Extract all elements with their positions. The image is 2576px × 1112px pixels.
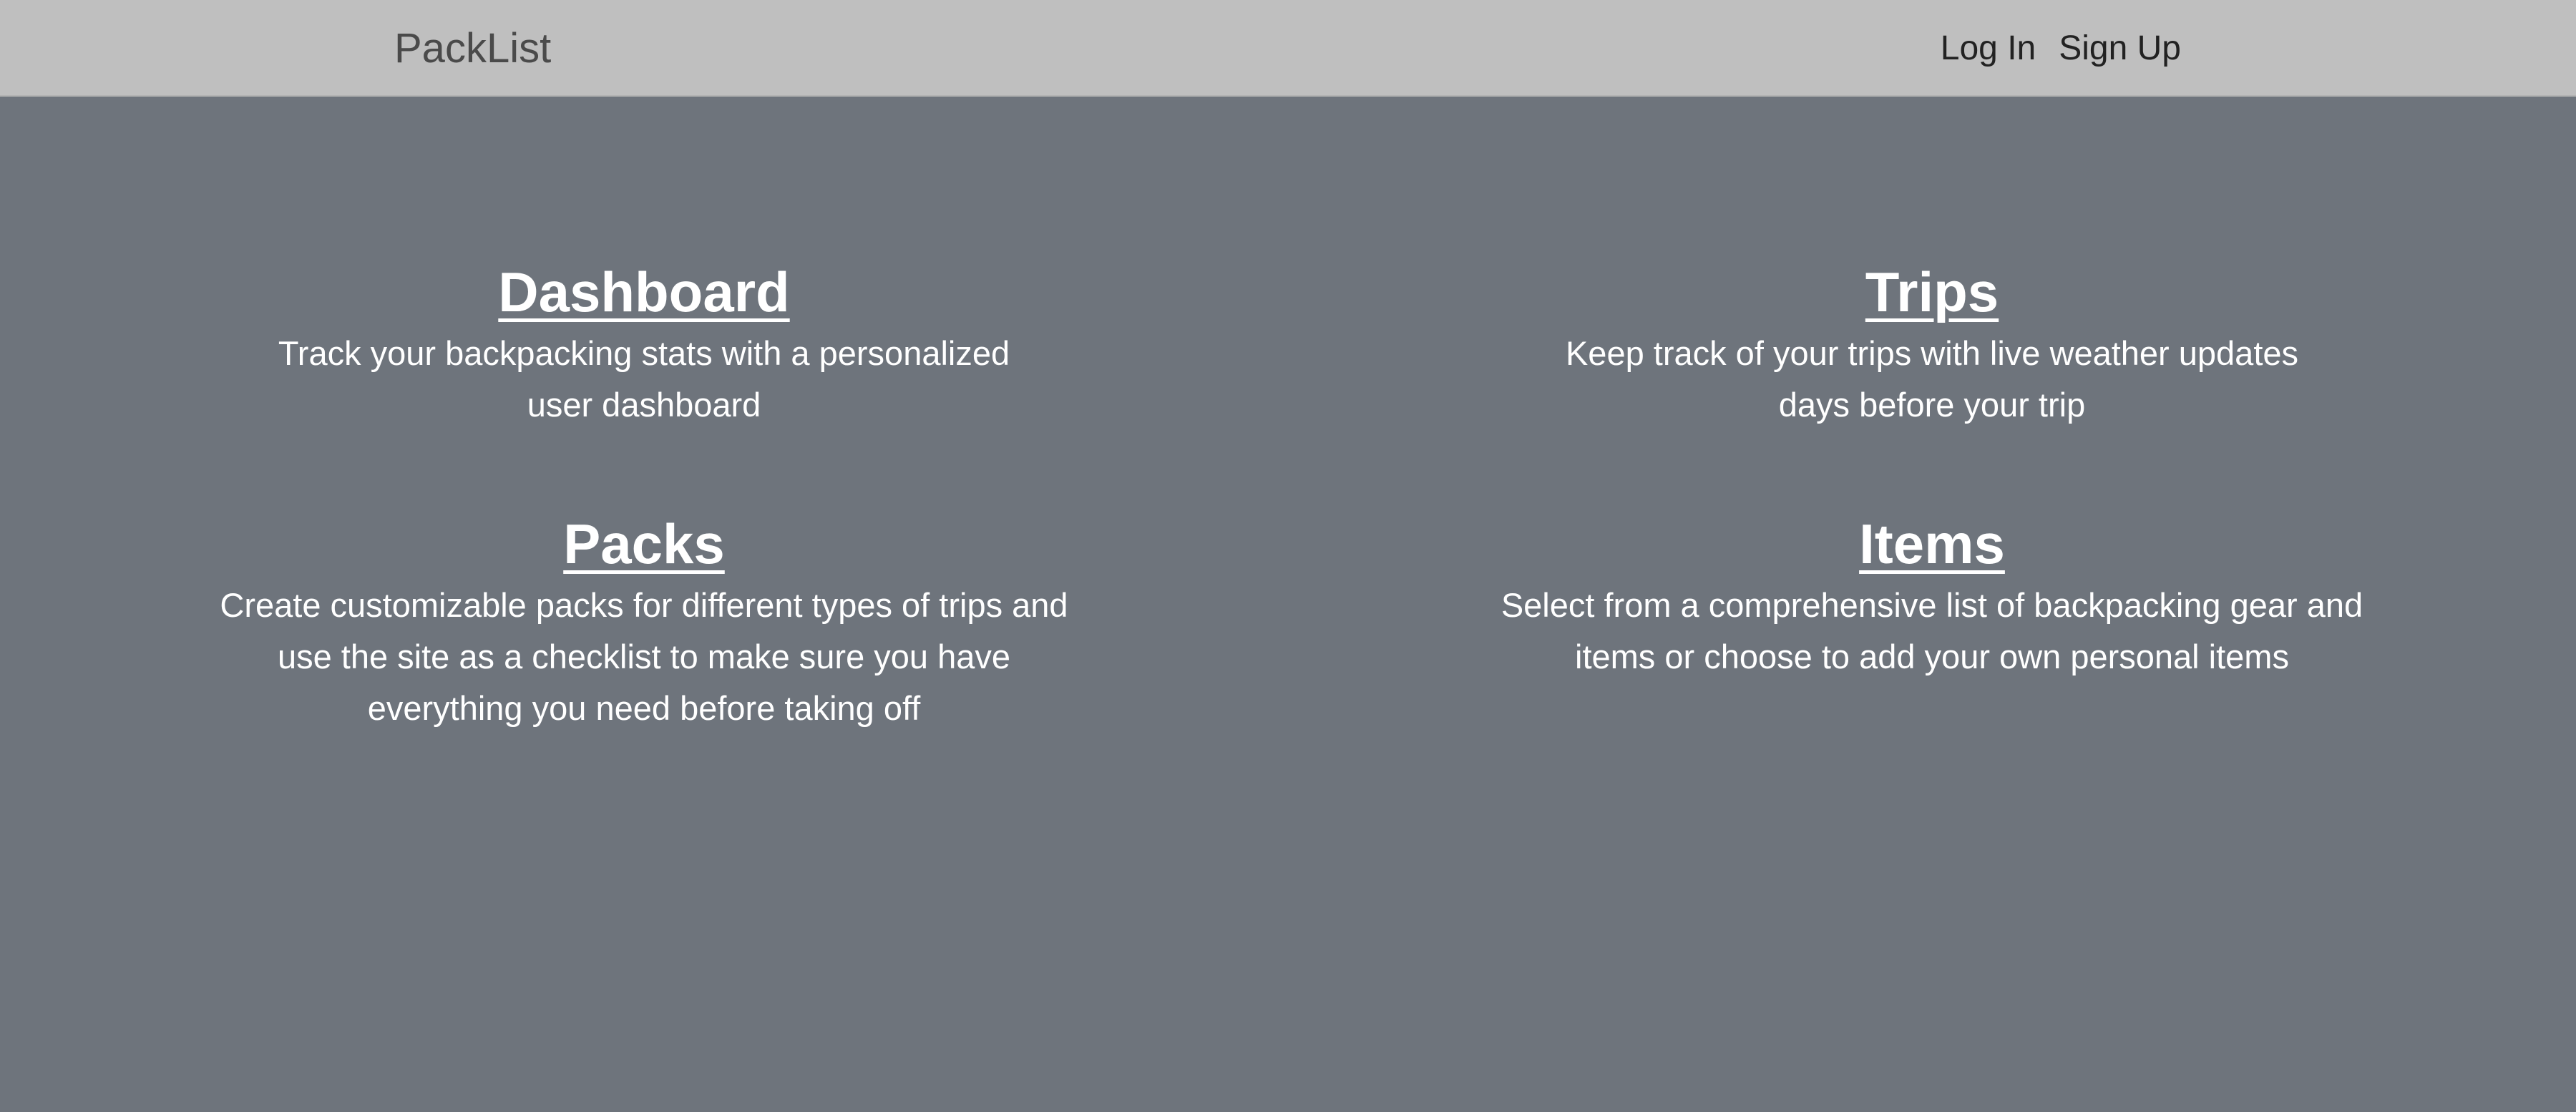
trips-title-link[interactable]: Trips: [1865, 256, 1999, 328]
sign-up-link[interactable]: Sign Up: [2059, 24, 2181, 74]
packs-title-link[interactable]: Packs: [563, 508, 725, 580]
dashboard-description: Track your backpacking stats with a pers…: [278, 334, 1010, 424]
feature-items: Items Select from a comprehensive list o…: [1467, 508, 2397, 683]
feature-dashboard: Dashboard Track your backpacking stats w…: [179, 256, 1109, 431]
brand-logo-link[interactable]: PackList: [394, 20, 551, 77]
feature-packs: Packs Create customizable packs for diff…: [179, 508, 1109, 734]
trips-description: Keep track of your trips with live weath…: [1565, 334, 2299, 424]
packs-description: Create customizable packs for different …: [220, 586, 1068, 727]
items-title-link[interactable]: Items: [1859, 508, 2005, 580]
feature-trips: Trips Keep track of your trips with live…: [1467, 256, 2397, 431]
items-description: Select from a comprehensive list of back…: [1501, 586, 2363, 676]
log-in-link[interactable]: Log In: [1941, 24, 2036, 74]
top-navbar: PackList Log In Sign Up: [0, 0, 2576, 97]
auth-links: Log In Sign Up: [1941, 24, 2181, 74]
dashboard-title-link[interactable]: Dashboard: [498, 256, 789, 328]
